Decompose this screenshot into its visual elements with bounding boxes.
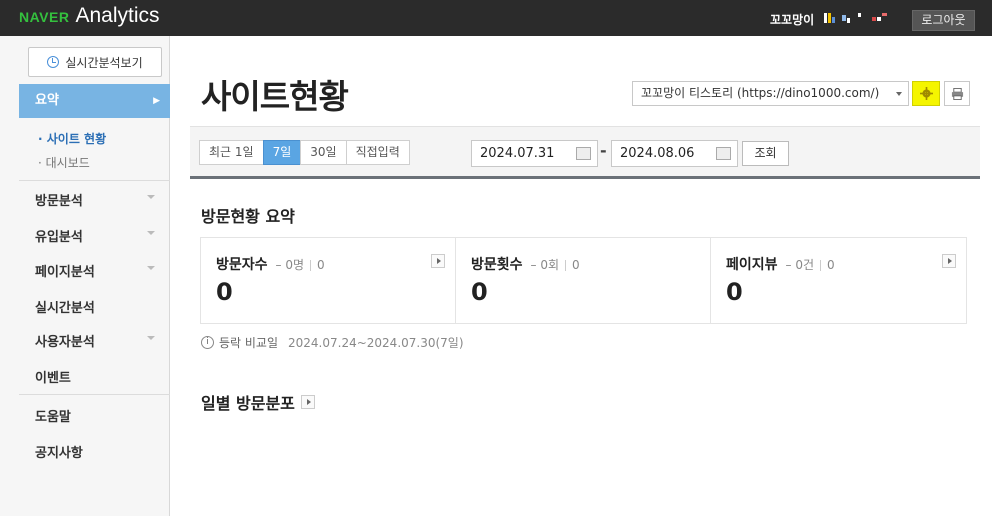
sidebar-item-label: 실시간분석 <box>35 301 95 316</box>
sidebar-item-page-analysis[interactable]: 페이지분석 <box>35 261 165 280</box>
sidebar-item-realtime-analysis[interactable]: 실시간분석 <box>35 297 165 316</box>
end-date-input[interactable]: 2024.08.06 <box>611 140 738 167</box>
range-tab-7days[interactable]: 7일 <box>262 140 302 165</box>
summary-pageviews: 페이지뷰 – 0건 0 0 <box>711 238 966 323</box>
summary-section-title: 방문현황 요약 <box>201 207 295 226</box>
search-button[interactable]: 조회 <box>742 141 789 166</box>
sidebar: 실시간분석보기 요약 ▶ · 사이트 현황 · 대시보드 방문분석 유입분석 페… <box>0 36 170 516</box>
printer-icon <box>951 87 963 100</box>
sidebar-divider <box>19 394 170 395</box>
chevron-down-icon <box>147 266 155 270</box>
sidebar-item-label: 공지사항 <box>35 446 83 461</box>
sidebar-item-label: 이벤트 <box>35 371 71 386</box>
date-separator: - <box>600 141 607 160</box>
top-bar: NAVER Analytics 꼬꼬망이 로그아웃 <box>0 0 992 36</box>
gear-icon <box>919 87 933 100</box>
sidebar-item-help[interactable]: 도움말 <box>35 406 165 425</box>
realtime-button-label: 실시간분석보기 <box>65 55 143 70</box>
sidebar-subitem-dashboard[interactable]: · 대시보드 <box>38 154 90 171</box>
sidebar-item-notices[interactable]: 공지사항 <box>35 442 165 461</box>
sidebar-item-label: 요약 <box>35 93 59 108</box>
sidebar-item-summary[interactable]: 요약 ▶ <box>19 84 170 118</box>
summary-label: 페이지뷰 <box>726 257 778 273</box>
logo[interactable]: NAVER Analytics <box>19 4 160 28</box>
sidebar-item-label: 사용자분석 <box>35 335 95 350</box>
logo-brand: NAVER <box>19 9 70 25</box>
sidebar-subitem-site-status[interactable]: · 사이트 현황 <box>38 130 106 147</box>
summary-label: 방문횟수 <box>471 257 523 273</box>
range-tab-1day[interactable]: 최근 1일 <box>199 140 264 165</box>
start-date-value: 2024.07.31 <box>480 146 555 161</box>
daily-section-title: 일별 방문분포 <box>201 394 295 413</box>
chevron-down-icon <box>147 336 155 340</box>
more-arrow-icon[interactable] <box>431 254 445 268</box>
caret-down-icon <box>896 92 902 96</box>
sidebar-item-label: 방문분석 <box>35 194 83 209</box>
sidebar-item-inflow-analysis[interactable]: 유입분석 <box>35 226 165 245</box>
compare-date-note: i 등락 비교일 2024.07.24~2024.07.30(7일) <box>201 334 464 351</box>
sidebar-item-label: 유입분석 <box>35 230 83 245</box>
range-tab-custom[interactable]: 직접입력 <box>345 140 410 165</box>
summary-value: 0 <box>216 278 233 306</box>
sidebar-item-label: 페이지분석 <box>35 265 95 280</box>
compare-value: 2024.07.24~2024.07.30(7일) <box>288 336 464 350</box>
site-selector-value: 꼬꼬망이 티스토리 (https://dino1000.com/) <box>641 86 880 100</box>
date-filter-bar: 최근 1일 7일 30일 직접입력 2024.07.31 - 2024.08.0… <box>190 126 980 179</box>
user-avatar-pixels <box>824 13 887 23</box>
summary-meta: – 0건 0 <box>785 257 835 272</box>
user-name: 꼬꼬망이 <box>770 13 815 27</box>
chevron-down-icon <box>147 231 155 235</box>
info-icon: i <box>201 336 214 349</box>
logo-product: Analytics <box>75 4 160 27</box>
logout-button[interactable]: 로그아웃 <box>912 10 975 31</box>
end-date-value: 2024.08.06 <box>620 146 695 161</box>
summary-value: 0 <box>471 278 488 306</box>
start-date-input[interactable]: 2024.07.31 <box>471 140 598 167</box>
sidebar-item-visit-analysis[interactable]: 방문분석 <box>35 190 165 209</box>
compare-label: 등락 비교일 <box>219 336 279 350</box>
clock-icon <box>47 56 60 68</box>
daily-section-header: 일별 방문분포 <box>201 390 315 414</box>
range-tab-30days[interactable]: 30일 <box>300 140 347 165</box>
settings-button[interactable] <box>912 81 940 106</box>
print-button[interactable] <box>944 81 970 106</box>
range-tabs: 최근 1일 7일 30일 직접입력 <box>199 140 410 165</box>
realtime-analysis-button[interactable]: 실시간분석보기 <box>28 47 162 77</box>
sidebar-item-events[interactable]: 이벤트 <box>35 367 165 386</box>
summary-value: 0 <box>726 278 743 306</box>
summary-label: 방문자수 <box>216 257 268 273</box>
more-arrow-icon[interactable] <box>942 254 956 268</box>
sidebar-item-user-analysis[interactable]: 사용자분석 <box>35 331 165 350</box>
calendar-icon[interactable] <box>716 147 731 160</box>
summary-meta: – 0회 0 <box>530 257 580 272</box>
chevron-right-icon: ▶ <box>153 96 160 106</box>
site-selector[interactable]: 꼬꼬망이 티스토리 (https://dino1000.com/) <box>632 81 909 106</box>
summary-visits: 방문횟수 – 0회 0 0 <box>456 238 711 323</box>
chevron-down-icon <box>147 195 155 199</box>
calendar-icon[interactable] <box>576 147 591 160</box>
sidebar-divider <box>19 180 170 181</box>
page-title: 사이트현황 <box>201 77 349 116</box>
summary-visitors: 방문자수 – 0명 0 0 <box>201 238 456 323</box>
more-arrow-icon[interactable] <box>300 395 315 409</box>
summary-meta: – 0명 0 <box>275 257 325 272</box>
visit-summary: 방문자수 – 0명 0 0 방문횟수 – 0회 0 0 페이지뷰 – 0건 0 0 <box>200 237 967 324</box>
sidebar-item-label: 도움말 <box>35 410 71 425</box>
